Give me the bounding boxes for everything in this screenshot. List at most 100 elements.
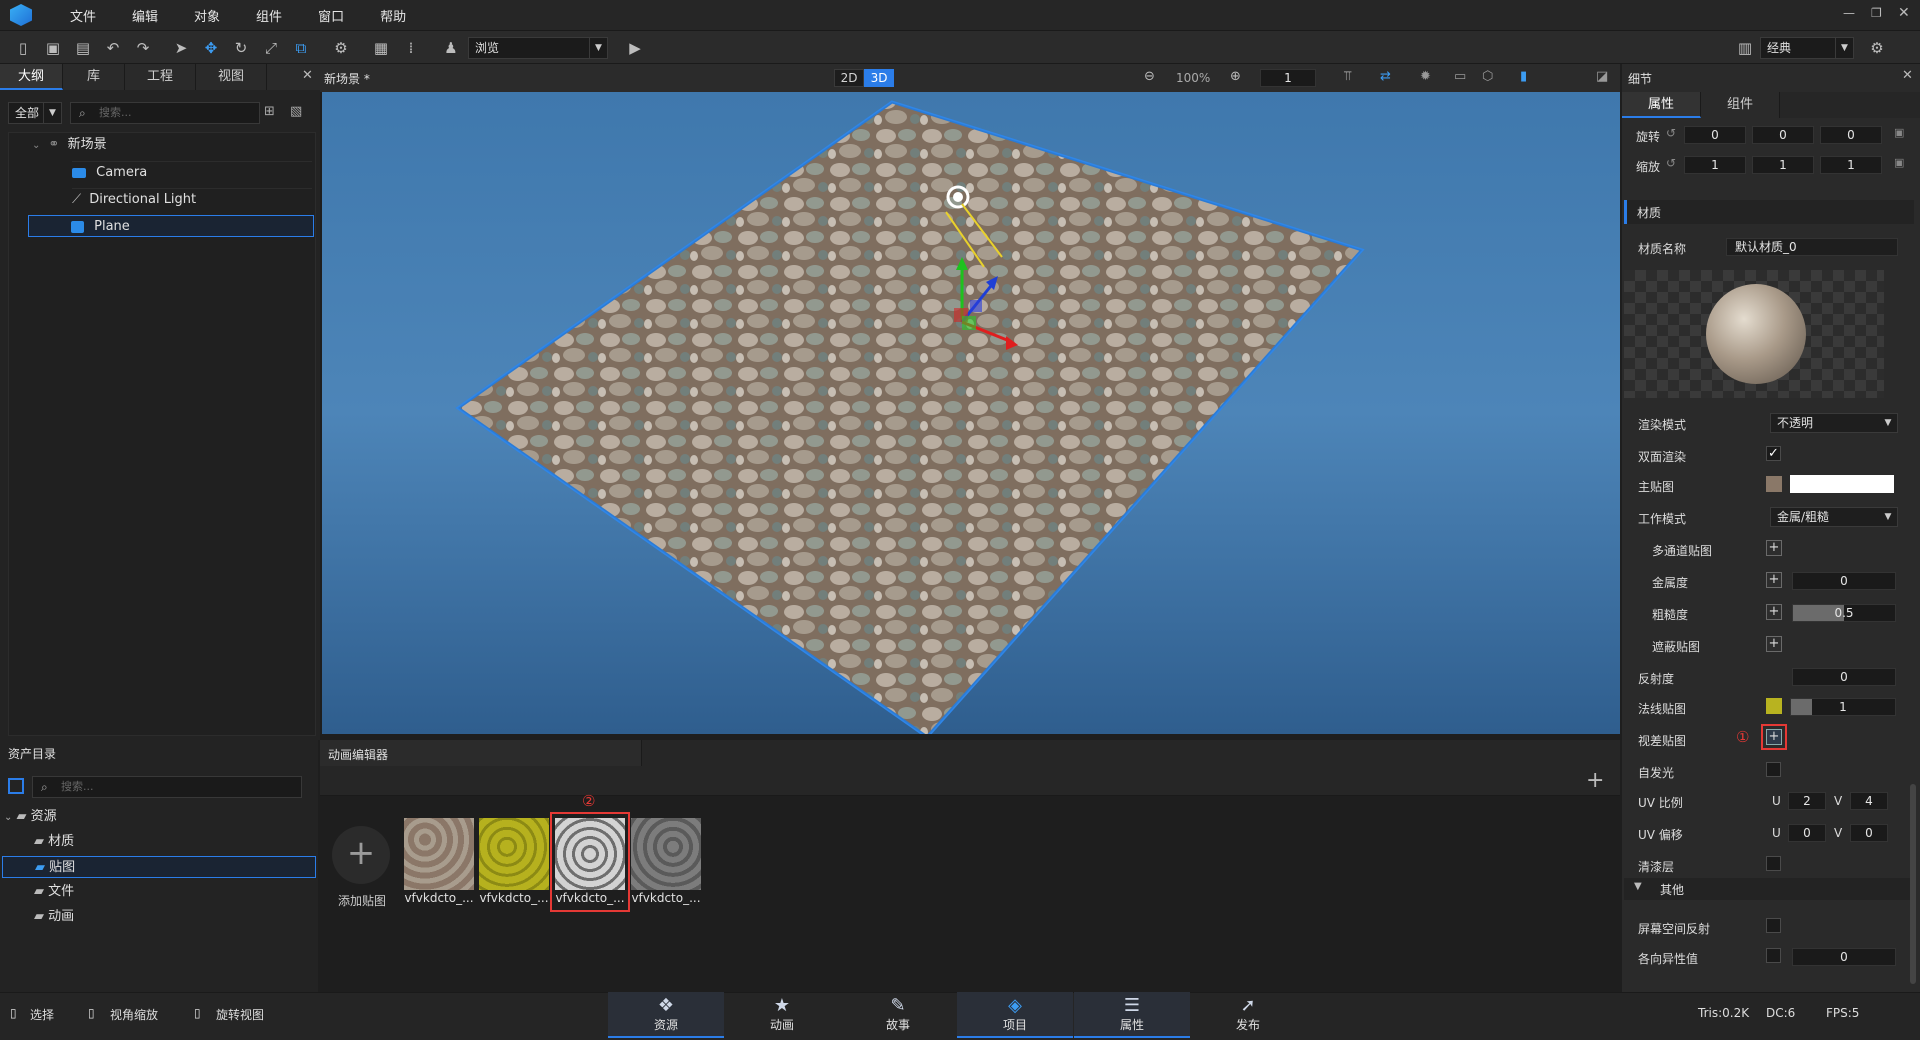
move-tool-icon[interactable]: ✥ <box>200 37 222 59</box>
add-icon[interactable]: + <box>1586 768 1604 793</box>
dots-grid-icon[interactable]: ⁞ <box>400 37 422 59</box>
rotation-y-input[interactable]: 0 <box>1752 126 1814 144</box>
uv-offset-v-input[interactable]: 0 <box>1850 824 1888 842</box>
close-panel-icon[interactable]: ✕ <box>302 68 313 83</box>
other-section[interactable]: ▼ 其他 <box>1624 878 1914 900</box>
tab-view[interactable]: 视图 <box>196 64 268 90</box>
material-section[interactable]: 材质 <box>1624 200 1914 224</box>
asset-folder-animations[interactable]: ▰ 动画 <box>34 906 74 928</box>
tab-project[interactable]: 工程 <box>125 64 197 90</box>
reset-icon[interactable]: ↺ <box>1666 156 1676 170</box>
align-icon[interactable]: ⫪ <box>1344 69 1351 84</box>
work-mode-select[interactable]: 金属/粗糙 ▼ <box>1770 507 1898 527</box>
reflectivity-input[interactable]: 0 <box>1792 668 1896 686</box>
save-icon[interactable]: ▣ <box>42 37 64 59</box>
add-parallax-map-icon[interactable]: + <box>1766 729 1782 745</box>
add-metalness-map-icon[interactable]: + <box>1766 572 1782 588</box>
tab-outline[interactable]: 大纲 <box>0 64 64 90</box>
user-icon[interactable]: ♟ <box>440 37 462 59</box>
new-file-icon[interactable]: ▯ <box>12 37 34 59</box>
outline-filter-select[interactable]: 全部 ▼ <box>8 102 62 124</box>
add-texture-button[interactable]: + <box>332 826 390 884</box>
save-as-icon[interactable]: ▤ <box>72 37 94 59</box>
redo-icon[interactable]: ↷ <box>132 37 154 59</box>
local-space-icon[interactable]: ⧉ <box>290 37 312 59</box>
outline-search-input[interactable]: ⌕ 搜索... <box>70 102 260 124</box>
ssr-checkbox[interactable] <box>1766 918 1781 933</box>
menu-file[interactable]: 文件 <box>50 6 112 25</box>
menu-component[interactable]: 组件 <box>236 6 298 25</box>
rotate-tool-icon[interactable]: ↻ <box>230 37 252 59</box>
scale-z-input[interactable]: 1 <box>1820 156 1882 174</box>
expand-tree-icon[interactable]: ⊞ <box>264 104 275 119</box>
bottom-tab-animation[interactable]: ★ 动画 <box>724 992 840 1038</box>
texture-thumb-selected[interactable] <box>555 818 625 890</box>
uv-offset-u-input[interactable]: 0 <box>1788 824 1826 842</box>
texture-thumb[interactable] <box>404 818 474 890</box>
select-tool-icon[interactable]: ➤ <box>170 37 192 59</box>
lock-icon[interactable]: ▣ <box>1894 126 1904 139</box>
bottom-tab-project[interactable]: ◈ 项目 <box>957 992 1073 1038</box>
scale-tool-icon[interactable]: ⤢ <box>260 37 282 59</box>
minimize-icon[interactable]: — <box>1843 6 1855 20</box>
menu-object[interactable]: 对象 <box>174 6 236 25</box>
viewport-canvas[interactable] <box>322 92 1620 734</box>
bottom-tab-properties[interactable]: ☰ 属性 <box>1074 992 1190 1038</box>
add-occlusion-map-icon[interactable]: + <box>1766 636 1782 652</box>
material-name-input[interactable]: 默认材质_0 <box>1726 238 1898 256</box>
texture-thumb[interactable] <box>631 818 701 890</box>
render-mode-select[interactable]: 不透明 ▼ <box>1770 413 1898 433</box>
snap-icon[interactable]: ⚙ <box>330 37 352 59</box>
panel-toggle-icon[interactable] <box>8 778 24 794</box>
tree-node-camera[interactable]: Camera <box>72 161 312 183</box>
settings-icon[interactable]: ⚙ <box>1866 37 1888 59</box>
tree-node-directional-light[interactable]: ⟋ Directional Light <box>72 188 312 210</box>
mode-2d-button[interactable]: 2D <box>834 69 864 87</box>
metalness-input[interactable]: 0 <box>1792 572 1896 590</box>
lock-icon[interactable]: ▮ <box>1520 69 1527 84</box>
mode-3d-button[interactable]: 3D <box>864 69 894 87</box>
tab-properties[interactable]: 属性 <box>1622 92 1702 118</box>
uv-scale-u-input[interactable]: 2 <box>1788 792 1826 810</box>
close-window-icon[interactable]: ✕ <box>1898 5 1910 21</box>
zoom-in-icon[interactable]: ⊕ <box>1230 69 1241 84</box>
bottom-tab-publish[interactable]: ➚ 发布 <box>1190 992 1306 1038</box>
emissive-checkbox[interactable] <box>1766 762 1781 777</box>
uv-scale-v-input[interactable]: 4 <box>1850 792 1888 810</box>
layout-select[interactable]: 经典 ▼ <box>1760 37 1854 59</box>
mode-select[interactable]: 浏览 ▼ <box>468 37 608 59</box>
grid-icon[interactable]: ▦ <box>370 37 392 59</box>
close-panel-icon[interactable]: ✕ <box>1902 68 1913 83</box>
link-icon[interactable]: ⇄ <box>1380 69 1391 84</box>
zoom-out-icon[interactable]: ⊖ <box>1144 69 1155 84</box>
menu-edit[interactable]: 编辑 <box>112 6 174 25</box>
play-icon[interactable]: ▶ <box>624 37 646 59</box>
lock-icon[interactable]: ▣ <box>1894 156 1904 169</box>
asset-folder-materials[interactable]: ▰ 材质 <box>34 831 74 853</box>
tab-library[interactable]: 库 <box>63 64 126 90</box>
rotation-x-input[interactable]: 0 <box>1684 126 1746 144</box>
scale-x-input[interactable]: 1 <box>1684 156 1746 174</box>
layout-icon[interactable]: ▥ <box>1734 37 1756 59</box>
menu-window[interactable]: 窗口 <box>298 6 360 25</box>
render-icon[interactable]: ◪ <box>1596 69 1608 84</box>
asset-root[interactable]: ⌄ ▰ 资源 <box>4 806 57 828</box>
asset-folder-textures[interactable]: ▰ 贴图 <box>2 856 316 878</box>
anisotropy-checkbox[interactable] <box>1766 948 1781 963</box>
assets-search-input[interactable]: ⌕ 搜索... <box>32 776 302 798</box>
anisotropy-input[interactable]: 0 <box>1792 948 1896 966</box>
sort-icon[interactable]: ▧ <box>290 104 302 119</box>
roughness-slider[interactable]: 0.5 <box>1792 604 1896 622</box>
normal-map-thumb[interactable] <box>1766 698 1782 714</box>
rotation-z-input[interactable]: 0 <box>1820 126 1882 144</box>
asset-folder-files[interactable]: ▰ 文件 <box>34 881 74 903</box>
restore-icon[interactable]: ❐ <box>1871 6 1882 20</box>
undo-icon[interactable]: ↶ <box>102 37 124 59</box>
add-multi-channel-map-icon[interactable]: + <box>1766 540 1782 556</box>
clearcoat-checkbox[interactable] <box>1766 856 1781 871</box>
tree-node-plane[interactable]: Plane <box>28 215 314 237</box>
normal-scale-input[interactable]: 1 <box>1790 698 1896 716</box>
video-icon[interactable]: ▭ <box>1454 69 1466 84</box>
bottom-tab-assets[interactable]: ❖ 资源 <box>608 992 724 1038</box>
main-map-thumb[interactable] <box>1766 476 1782 492</box>
